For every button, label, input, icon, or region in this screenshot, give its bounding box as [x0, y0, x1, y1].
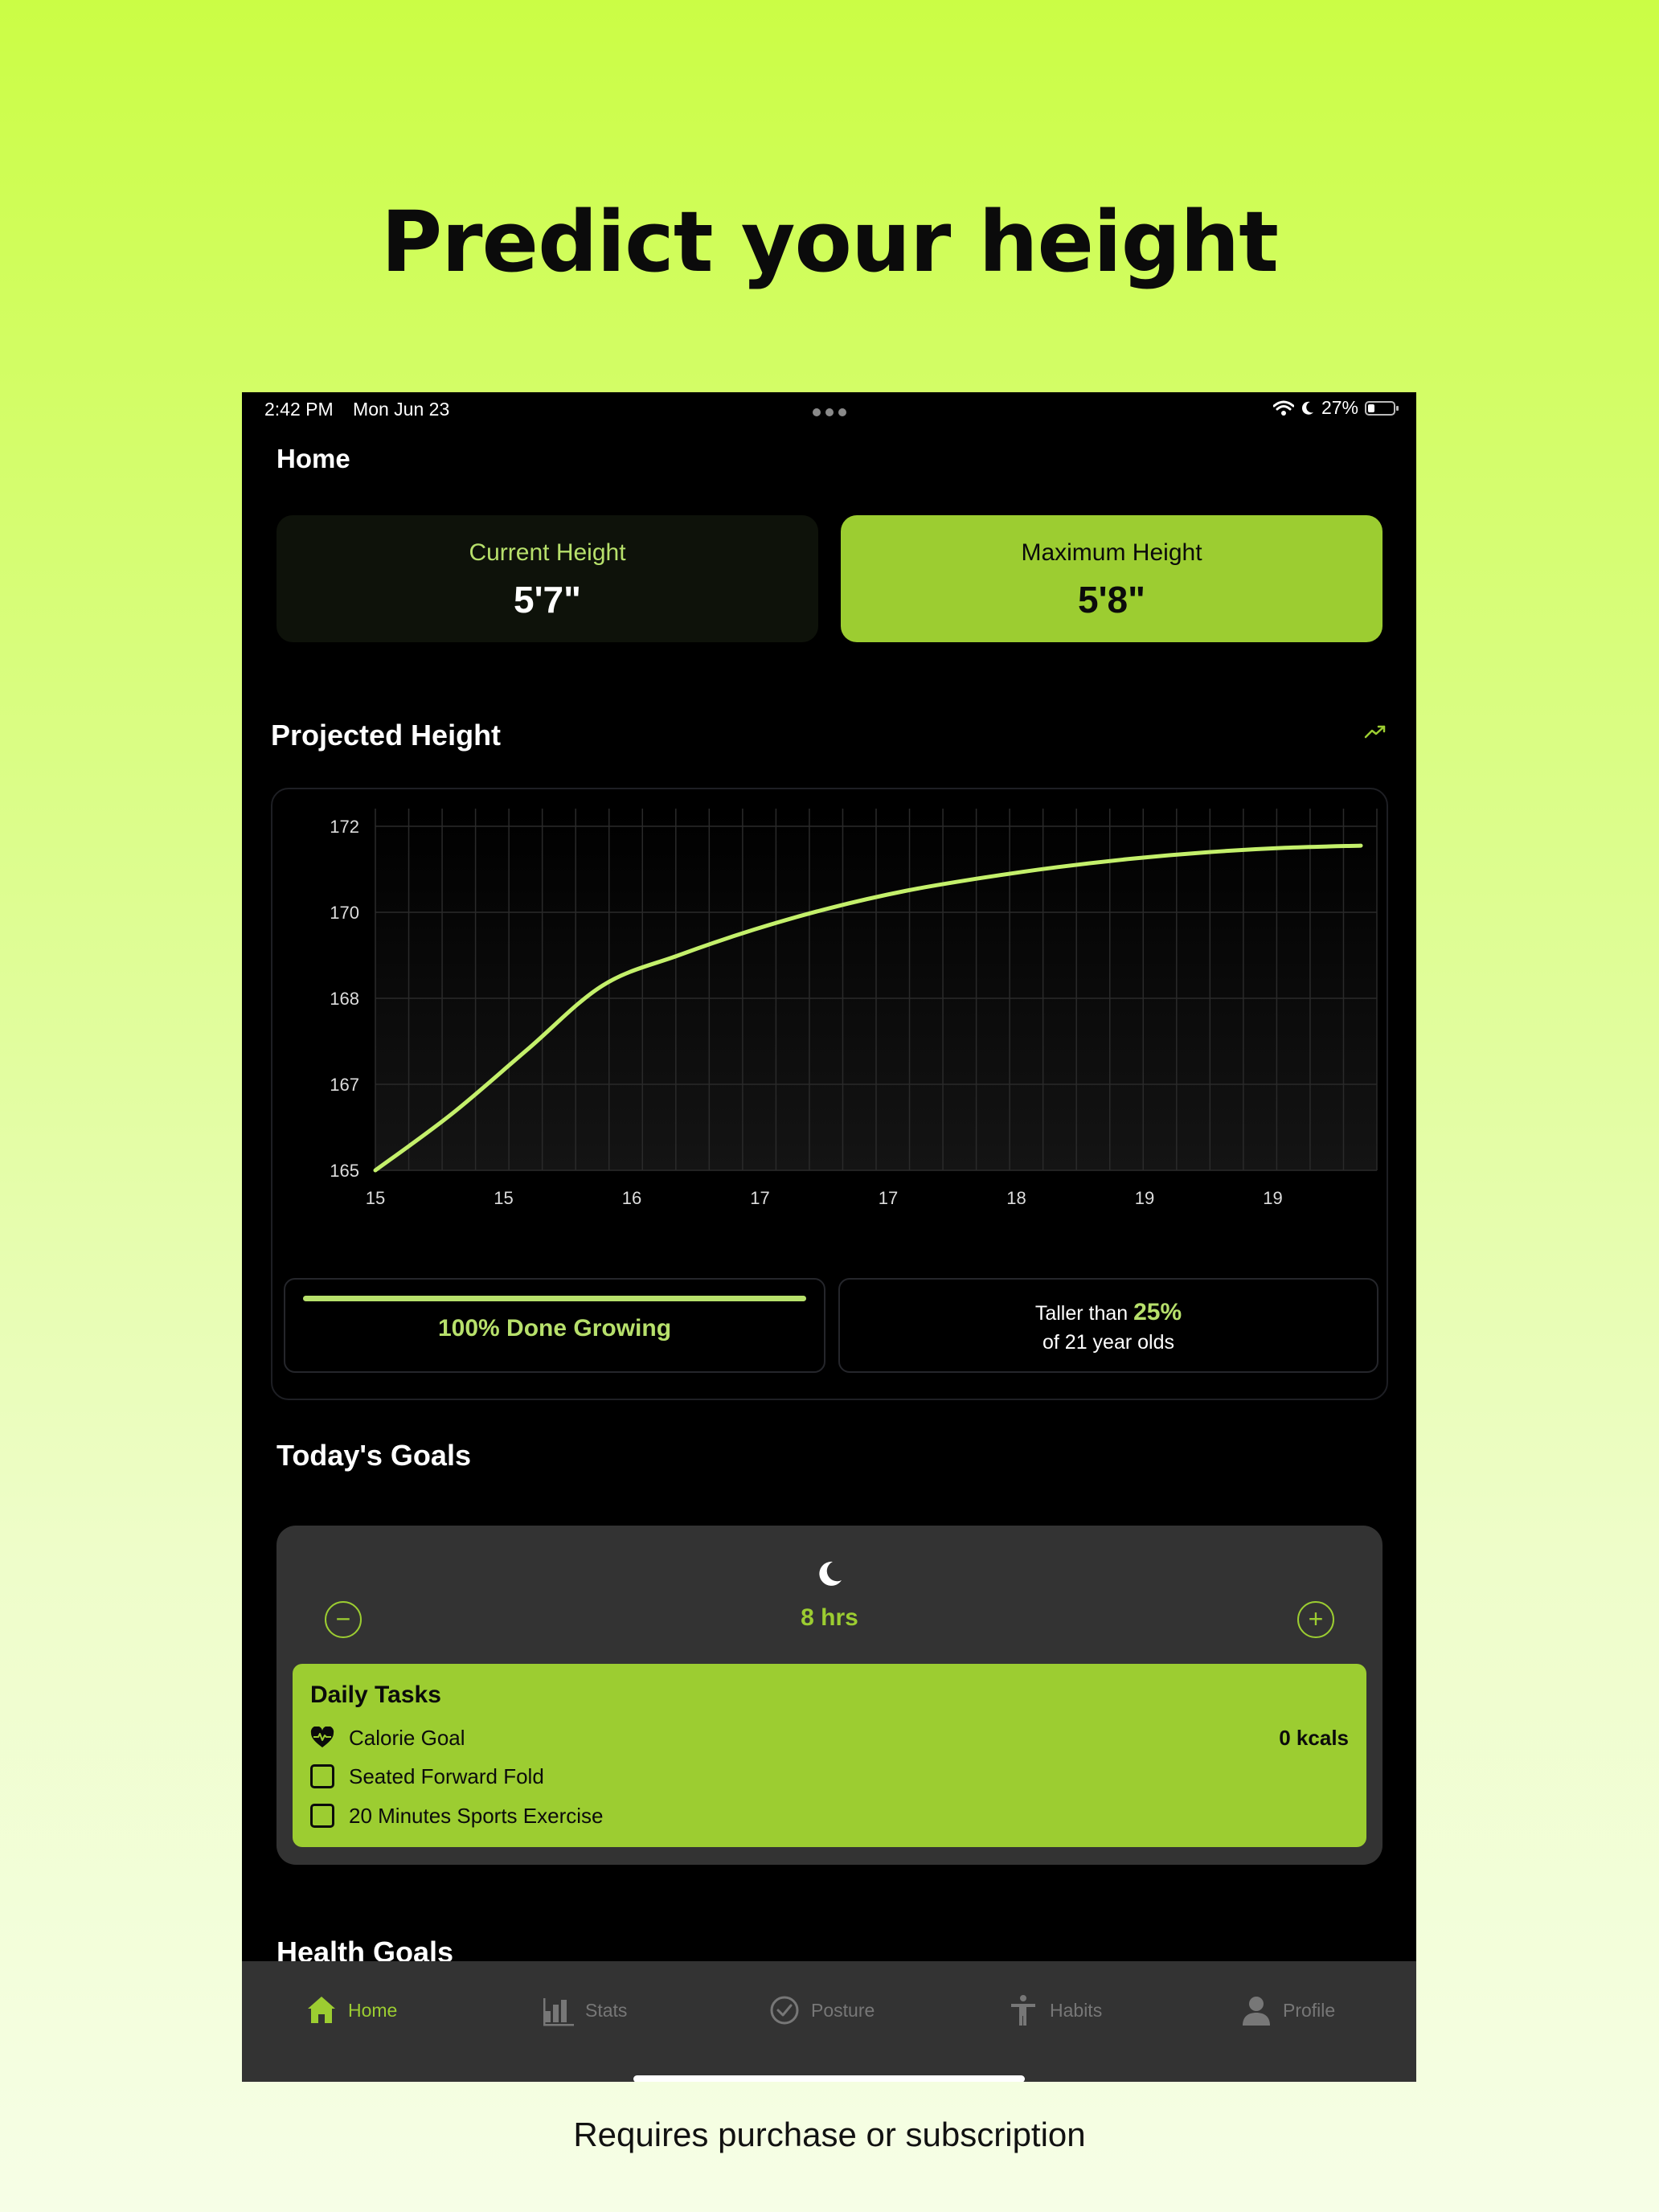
- task-checkbox[interactable]: [310, 1764, 334, 1788]
- percentile-value: 25%: [1133, 1299, 1182, 1325]
- home-icon: [308, 1997, 335, 2023]
- projected-height-chart-card: 165 167 168 170 172 15 15 16 17 17 18 19 19 100% Don…: [271, 788, 1388, 1400]
- task-label: Seated Forward Fold: [349, 1763, 544, 1788]
- x-tick-label: 19: [1135, 1188, 1154, 1208]
- tab-posture-label: Posture: [811, 1999, 875, 2021]
- increase-sleep-button[interactable]: +: [1297, 1601, 1334, 1638]
- person-icon: [1243, 1997, 1270, 2026]
- app-screen: 2:42 PM Mon Jun 23 27% Home Current Heig…: [242, 392, 1416, 2082]
- moon-icon: [819, 1561, 842, 1586]
- tab-habits-label: Habits: [1050, 1999, 1103, 2021]
- home-indicator[interactable]: [633, 2075, 1025, 2082]
- x-tick-label: 19: [1263, 1188, 1282, 1208]
- status-date: Mon Jun 23: [353, 399, 450, 420]
- percentile-suffix: of 21 year olds: [1043, 1331, 1174, 1354]
- x-tick-label: 17: [879, 1188, 898, 1208]
- x-tick-label: 15: [366, 1188, 385, 1208]
- tab-habits[interactable]: Habits: [1006, 1990, 1102, 2030]
- tab-home-label: Home: [348, 1999, 398, 2021]
- tab-stats-label: Stats: [585, 1999, 628, 2021]
- tab-profile[interactable]: Profile: [1239, 1990, 1335, 2030]
- y-tick-label: 172: [330, 817, 359, 837]
- sleep-goal-card: − 8 hrs + Daily Tasks Calorie Goal 0 kca…: [276, 1526, 1382, 1865]
- trend-up-icon[interactable]: [1364, 723, 1387, 739]
- task-item[interactable]: 20 Minutes Sports Exercise: [310, 1801, 1349, 1830]
- tab-home[interactable]: Home: [305, 1990, 397, 2030]
- heart-pulse-icon: [310, 1727, 334, 1747]
- y-tick-label: 165: [330, 1161, 359, 1181]
- calorie-goal-row[interactable]: Calorie Goal 0 kcals: [310, 1723, 1349, 1752]
- figure-icon: [1011, 1995, 1035, 2026]
- percentile-prefix: Taller than: [1034, 1302, 1129, 1325]
- battery-icon: [1365, 400, 1399, 416]
- x-tick-label: 18: [1006, 1188, 1026, 1208]
- task-checkbox[interactable]: [310, 1804, 334, 1828]
- y-tick-label: 170: [330, 903, 359, 923]
- task-label: 20 Minutes Sports Exercise: [349, 1803, 604, 1828]
- todays-goals-title: Today's Goals: [276, 1439, 471, 1472]
- daily-tasks-panel: Daily Tasks Calorie Goal 0 kcals Seated …: [293, 1664, 1366, 1847]
- maximum-height-label: Maximum Height: [1021, 539, 1202, 566]
- page-title: Home: [276, 444, 350, 473]
- tab-stats[interactable]: Stats: [542, 1990, 627, 2030]
- purchase-note: Requires purchase or subscription: [573, 2116, 1086, 2153]
- x-tick-label: 15: [494, 1188, 513, 1208]
- percentile-box: Taller than 25% of 21 year olds: [838, 1278, 1378, 1373]
- check-circle-icon: [770, 1996, 799, 2025]
- tab-posture[interactable]: Posture: [768, 1990, 875, 2030]
- y-tick-label: 168: [330, 989, 359, 1009]
- sleep-hours-value: 8 hrs: [801, 1604, 858, 1631]
- growth-progress-bar: [303, 1296, 806, 1301]
- x-tick-label: 16: [622, 1188, 641, 1208]
- y-tick-label: 167: [330, 1075, 359, 1095]
- battery-percent: 27%: [1321, 397, 1358, 418]
- done-growing-box: 100% Done Growing: [284, 1278, 825, 1373]
- multitasking-dots-icon[interactable]: [813, 408, 846, 416]
- current-height-value: 5'7": [514, 579, 581, 621]
- task-item[interactable]: Seated Forward Fold: [310, 1762, 1349, 1791]
- calorie-goal-amount: 0 kcals: [1279, 1725, 1349, 1750]
- projected-height-chart: 165 167 168 170 172 15 15 16 17 17 18 19 19: [330, 809, 1378, 1208]
- current-height-card[interactable]: Current Height 5'7": [276, 515, 818, 642]
- wifi-icon: [1272, 400, 1294, 416]
- status-bar: 2:42 PM Mon Jun 23 27%: [242, 392, 1416, 432]
- current-height-label: Current Height: [469, 539, 626, 566]
- headline: Predict your height: [381, 193, 1279, 291]
- x-tick-label: 17: [750, 1188, 769, 1208]
- done-growing-label: 100% Done Growing: [437, 1315, 672, 1342]
- tab-bar: Home Stats Posture Habits Profile: [242, 1961, 1416, 2082]
- calorie-goal-label: Calorie Goal: [349, 1725, 465, 1750]
- daily-tasks-title: Daily Tasks: [310, 1682, 441, 1708]
- bar-chart-icon: [543, 1998, 574, 2026]
- moon-status-icon: [1301, 401, 1313, 415]
- status-time: 2:42 PM: [264, 399, 334, 420]
- tab-profile-label: Profile: [1283, 1999, 1336, 2021]
- maximum-height-card[interactable]: Maximum Height 5'8": [841, 515, 1382, 642]
- projected-height-title: Projected Height: [271, 719, 502, 752]
- maximum-height-value: 5'8": [1078, 579, 1145, 621]
